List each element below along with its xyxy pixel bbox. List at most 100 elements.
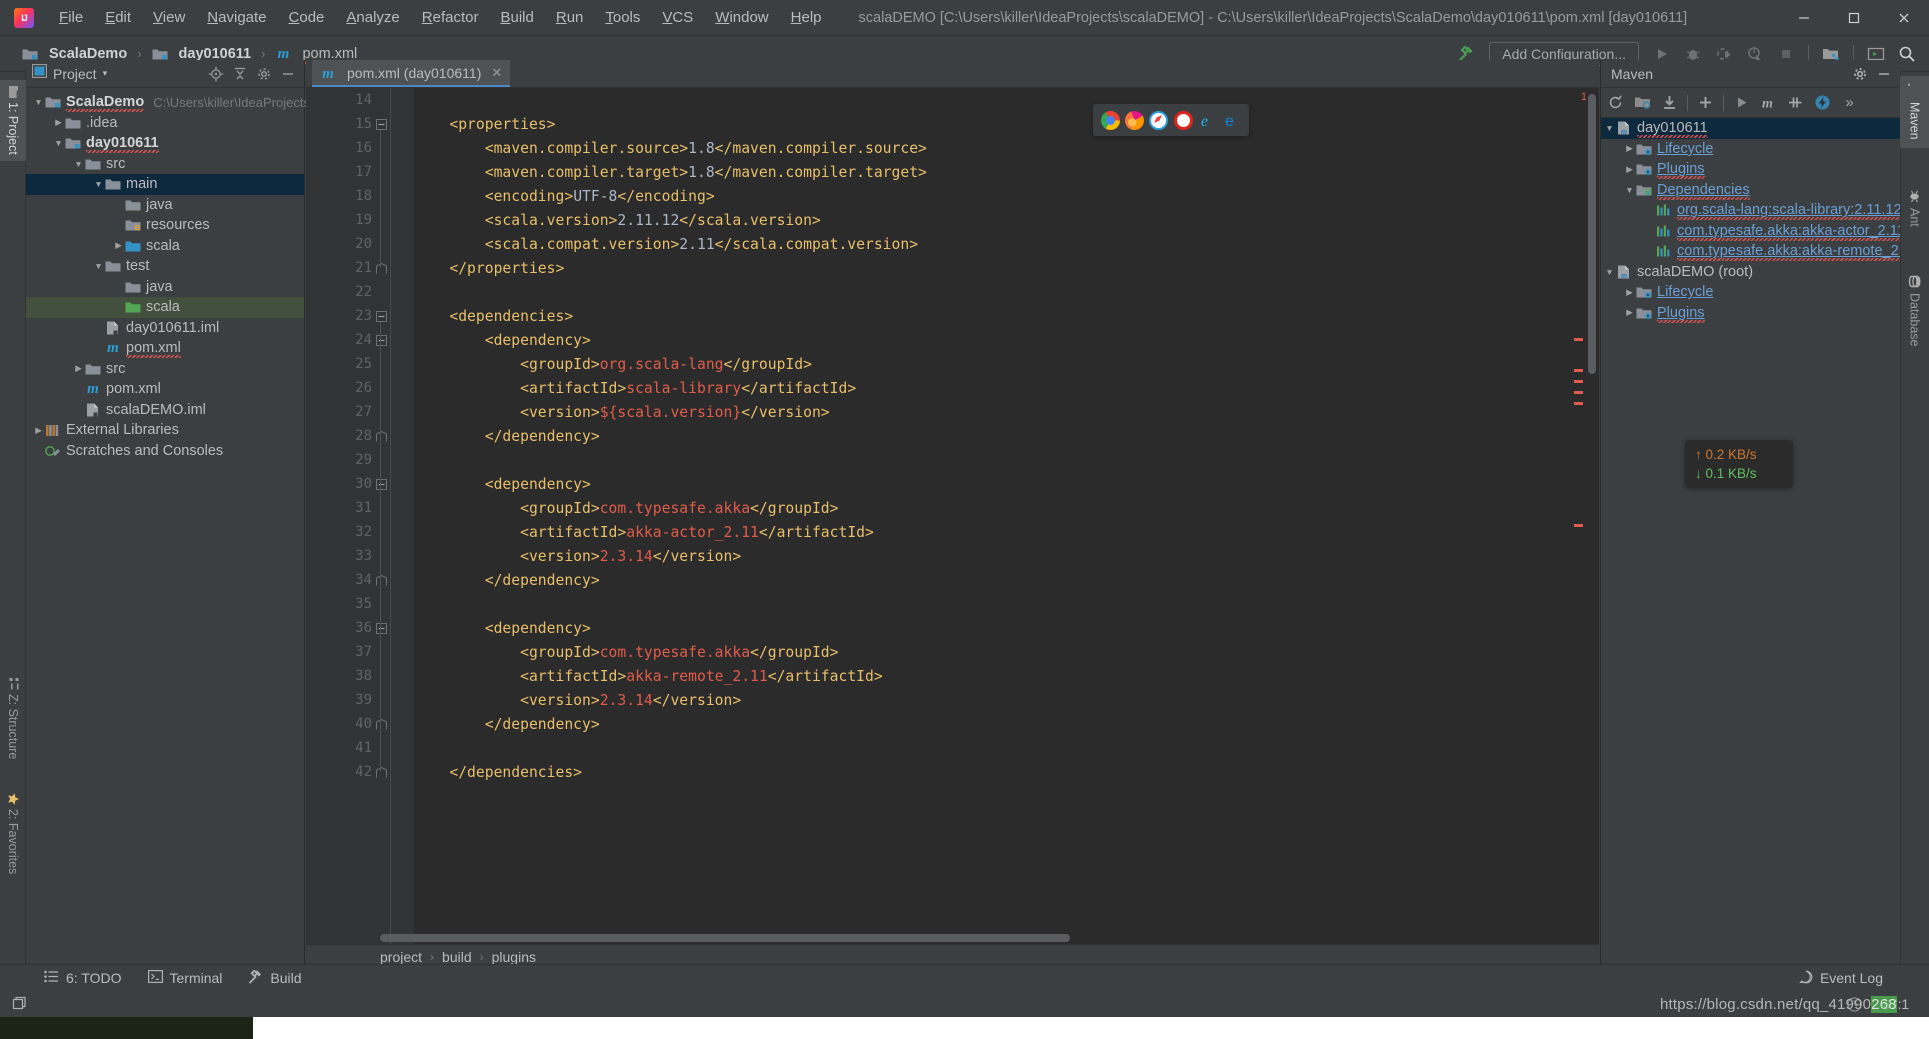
chevron-down-icon[interactable]: ▼ (92, 260, 105, 273)
project-tree-item-external-libraries[interactable]: ▶ External Libraries (26, 420, 304, 441)
chevron-right-icon[interactable]: ▶ (1623, 306, 1636, 319)
collapse-all-icon[interactable] (230, 64, 250, 84)
editor-horizontal-scrollbar[interactable] (380, 934, 1070, 942)
editor-breadcrumb-project[interactable]: project (380, 949, 422, 965)
chevron-down-icon[interactable]: ▼ (1603, 122, 1616, 135)
editor-breadcrumb-plugins[interactable]: plugins (492, 949, 536, 965)
expand-more-icon[interactable]: » (1837, 91, 1862, 115)
hide-minimize-icon[interactable] (1874, 64, 1894, 84)
tool-window-button-z--structure[interactable]: Z: Structure (0, 672, 26, 765)
fold-collapse-icon[interactable] (374, 304, 388, 328)
fold-collapse-icon[interactable] (374, 112, 388, 136)
project-tree-item-src[interactable]: ▶ src (26, 359, 304, 380)
code-line[interactable] (414, 592, 1599, 616)
close-window-button[interactable] (1879, 0, 1929, 36)
fold-end-icon[interactable] (374, 568, 388, 592)
opera-icon[interactable] (1173, 110, 1193, 130)
maven-tree-item-lifecycle[interactable]: ▶ Lifecycle (1601, 282, 1900, 303)
chrome-icon[interactable] (1100, 110, 1120, 130)
editor-breadcrumb-build[interactable]: build (442, 949, 472, 965)
chevron-down-icon[interactable]: ▾ (103, 68, 108, 79)
restore-window-icon[interactable] (10, 994, 30, 1014)
chevron-right-icon[interactable]: ▶ (1623, 286, 1636, 299)
fold-end-icon[interactable] (374, 760, 388, 784)
code-line[interactable] (414, 448, 1599, 472)
toggle-skip-tests-icon[interactable] (1783, 91, 1808, 115)
locate-target-icon[interactable] (206, 64, 226, 84)
code-line[interactable] (414, 88, 1599, 112)
fold-collapse-icon[interactable] (374, 328, 388, 352)
menu-item-tools[interactable]: Tools (594, 5, 651, 30)
fold-end-icon[interactable] (374, 424, 388, 448)
project-tree-item-scalademo[interactable]: ▼ ScalaDemo C:\Users\killer\IdeaProjects (26, 92, 310, 113)
tool-window-button-1--project[interactable]: 1: Project (0, 80, 26, 161)
chevron-down-icon[interactable]: ▼ (32, 96, 45, 109)
project-tree-item-day010611[interactable]: ▼ day010611 (26, 133, 304, 154)
code-line[interactable]: </dependency> (414, 712, 1599, 736)
project-tree-item-day010611-iml[interactable]: day010611.iml (26, 318, 304, 339)
maven-tree-item-scalademo--root-[interactable]: ▼ m scalaDEMO (root) (1601, 262, 1900, 283)
code-line[interactable]: <maven.compiler.source> 1.8 </maven.compil… (414, 136, 1599, 160)
inspection-ok-icon[interactable] (1845, 994, 1865, 1014)
project-tree-item-scala[interactable]: ▶ scala (26, 236, 304, 257)
fold-collapse-icon[interactable] (374, 472, 388, 496)
chevron-down-icon[interactable]: ▼ (72, 157, 85, 170)
code-editor[interactable]: <properties> <maven.compiler.source> 1.8 <… (306, 88, 1599, 944)
code-line[interactable]: <groupId> com.typesafe.akka </groupId> (414, 640, 1599, 664)
code-line[interactable]: <version> ${scala.version} </version> (414, 400, 1599, 424)
maven-tree-item-plugins[interactable]: ▶ Plugins (1601, 303, 1900, 324)
maximize-window-button[interactable] (1829, 0, 1879, 36)
bottom-item-todo[interactable]: 6: TODO (44, 970, 122, 986)
code-line[interactable]: <dependency> (414, 616, 1599, 640)
minimize-window-button[interactable] (1779, 0, 1829, 36)
project-tree-item-java[interactable]: java (26, 277, 304, 298)
menu-item-edit[interactable]: Edit (94, 5, 142, 30)
bottom-item-build[interactable]: Build (248, 968, 302, 987)
menu-item-navigate[interactable]: Navigate (196, 5, 277, 30)
code-line[interactable] (414, 736, 1599, 760)
maven-tree-item-plugins[interactable]: ▶ Plugins (1601, 159, 1900, 180)
menu-item-refactor[interactable]: Refactor (411, 5, 490, 30)
menu-item-view[interactable]: View (142, 5, 196, 30)
project-tree-item-scalademo-iml[interactable]: scalaDEMO.iml (26, 400, 304, 421)
project-tree-item-main[interactable]: ▼ main (26, 174, 304, 195)
tool-window-button-database[interactable]: Database (1900, 267, 1929, 355)
execute-maven-goal-icon[interactable]: m (1756, 91, 1781, 115)
menu-item-build[interactable]: Build (489, 5, 544, 30)
bottom-item-terminal[interactable]: Terminal (147, 970, 222, 986)
fold-collapse-icon[interactable] (374, 616, 388, 640)
hide-minimize-icon[interactable] (278, 64, 298, 84)
close-icon[interactable]: ✕ (491, 65, 502, 81)
code-line[interactable]: <maven.compiler.target> 1.8 </maven.compil… (414, 160, 1599, 184)
project-tree-item-scratches-and-consoles[interactable]: Scratches and Consoles (26, 441, 304, 462)
tool-window-button-2--favorites[interactable]: 2: Favorites (0, 787, 26, 880)
menu-item-run[interactable]: Run (545, 5, 595, 30)
project-tree-item-resources[interactable]: resources (26, 215, 304, 236)
maven-tree-item-dependencies[interactable]: ▼ Dependencies (1601, 180, 1900, 201)
gear-icon[interactable] (254, 64, 274, 84)
code-line[interactable]: <scala.compat.version> 2.11 </scala.compat… (414, 232, 1599, 256)
project-tree-item-src[interactable]: ▼ src (26, 154, 304, 175)
generate-sources-icon[interactable] (1630, 91, 1655, 115)
code-line[interactable]: </properties> (414, 256, 1599, 280)
editor-tab-pom-xml[interactable]: m pom.xml (day010611) ✕ (312, 60, 511, 87)
chevron-right-icon[interactable]: ▶ (1623, 142, 1636, 155)
project-tree-item-pom-xml[interactable]: m pom.xml (26, 338, 304, 359)
fold-end-icon[interactable] (374, 712, 388, 736)
safari-icon[interactable] (1149, 110, 1169, 130)
editor-vertical-scrollbar[interactable] (1588, 94, 1596, 374)
code-line[interactable] (414, 280, 1599, 304)
caret-position[interactable]: 67:1 (1883, 997, 1909, 1012)
code-line[interactable]: </dependencies> (414, 760, 1599, 784)
add-maven-project-icon[interactable] (1693, 91, 1718, 115)
tool-window-button-maven[interactable]: m Maven (1900, 76, 1929, 148)
ie-icon[interactable]: e (1198, 111, 1217, 130)
project-tree-item-scala[interactable]: scala (26, 297, 304, 318)
fold-end-icon[interactable] (374, 256, 388, 280)
menu-item-file[interactable]: File (48, 5, 94, 30)
firefox-icon[interactable] (1124, 110, 1144, 130)
event-log-button[interactable]: Event Log (1799, 970, 1883, 987)
code-line[interactable]: </dependency> (414, 568, 1599, 592)
menu-item-code[interactable]: Code (278, 5, 336, 30)
code-line[interactable]: <dependency> (414, 472, 1599, 496)
